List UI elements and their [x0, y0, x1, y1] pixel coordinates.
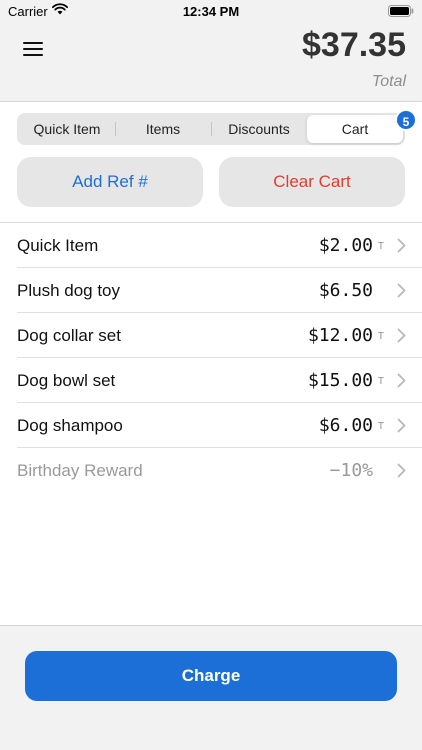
menu-icon[interactable]	[23, 42, 43, 56]
header: $37.35 Total	[0, 24, 422, 102]
cart-row-quick-item[interactable]: Quick Item $2.00 T	[0, 223, 422, 268]
item-price: $6.00	[318, 415, 373, 436]
footer-bar: Charge	[0, 625, 422, 750]
item-name: Quick Item	[17, 236, 99, 255]
tax-flag: T	[377, 331, 384, 342]
chevron-right-icon	[397, 328, 406, 343]
cart-row-dog-bowl-set[interactable]: Dog bowl set $15.00 T	[0, 358, 422, 403]
cart-row-dog-shampoo[interactable]: Dog shampoo $6.00 T	[0, 403, 422, 448]
item-name: Dog shampoo	[17, 416, 123, 435]
tab-quick-item[interactable]: Quick Item	[19, 115, 115, 143]
battery-icon	[388, 5, 414, 17]
cart-row-dog-collar-set[interactable]: Dog collar set $12.00 T	[0, 313, 422, 358]
add-ref-button[interactable]: Add Ref #	[17, 157, 203, 207]
chevron-right-icon	[397, 238, 406, 253]
item-price: $12.00	[307, 325, 373, 346]
tax-flag: T	[377, 376, 384, 387]
item-price: $15.00	[307, 370, 373, 391]
chevron-right-icon	[397, 283, 406, 298]
tab-items[interactable]: Items	[115, 115, 211, 143]
item-price: $6.50	[318, 280, 373, 301]
item-name: Plush dog toy	[17, 281, 121, 300]
segmented-tabs: Quick Item Items Discounts Cart	[17, 113, 405, 145]
item-name: Dog bowl set	[17, 371, 116, 390]
tab-cart[interactable]: Cart	[307, 115, 403, 143]
cart-row-plush-dog-toy[interactable]: Plush dog toy $6.50	[0, 268, 422, 313]
cart-list: Quick Item $2.00 T Plush dog toy $6.50 D…	[0, 222, 422, 493]
item-price: $2.00	[318, 235, 373, 256]
discount-value: −10%	[329, 460, 373, 481]
total-label: Total	[371, 73, 406, 90]
tax-flag: T	[377, 241, 384, 252]
item-name: Dog collar set	[17, 326, 121, 345]
chevron-right-icon	[397, 463, 406, 478]
discount-name: Birthday Reward	[17, 461, 143, 480]
chevron-right-icon	[397, 373, 406, 388]
status-bar: Carrier 12:34 PM	[0, 0, 422, 24]
tax-flag: T	[377, 421, 384, 432]
cart-count-badge: 5	[395, 109, 417, 131]
cart-row-birthday-reward[interactable]: Birthday Reward −10%	[0, 448, 422, 493]
clock: 12:34 PM	[182, 4, 240, 19]
clear-cart-button[interactable]: Clear Cart	[219, 157, 405, 207]
tab-discounts[interactable]: Discounts	[211, 115, 307, 143]
total-amount: $37.35	[302, 26, 406, 64]
charge-button[interactable]: Charge	[25, 651, 397, 701]
chevron-right-icon	[397, 418, 406, 433]
